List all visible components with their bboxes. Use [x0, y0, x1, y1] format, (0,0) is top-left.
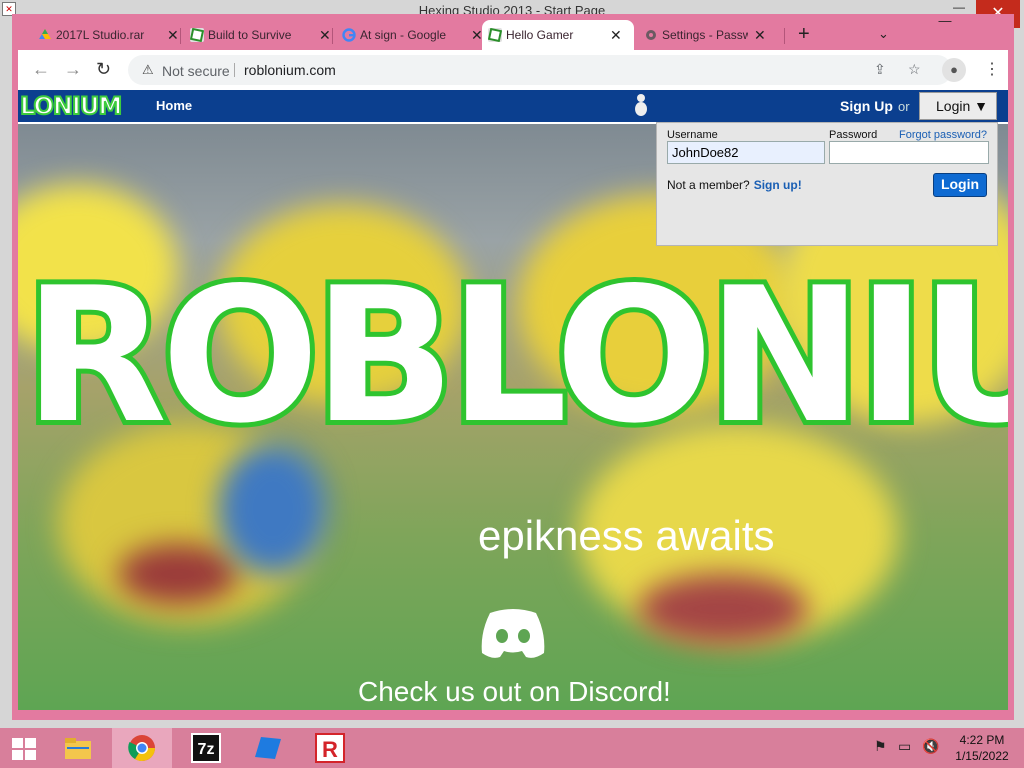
- blue-app-taskbar-button[interactable]: [238, 728, 298, 768]
- profile-icon[interactable]: ●: [942, 58, 966, 82]
- warning-icon[interactable]: ⚠: [142, 62, 154, 78]
- windows-start-icon[interactable]: [12, 738, 36, 760]
- tagline: epikness awaits: [478, 512, 775, 559]
- password-input[interactable]: [829, 141, 989, 164]
- new-tab-button[interactable]: +: [798, 24, 810, 44]
- volume-muted-icon[interactable]: 🔇: [922, 738, 939, 755]
- tab-title: Settings - Passwords: [662, 28, 748, 42]
- gear-icon: [644, 28, 658, 42]
- site-logo[interactable]: LONIUM: [19, 91, 123, 121]
- tab-at-sign-google[interactable]: At sign - Google ✕: [336, 20, 491, 50]
- 7zip-icon: 7z: [191, 733, 221, 763]
- or-text: or: [898, 99, 910, 114]
- tab-settings-passwords[interactable]: Settings - Passwords ✕: [638, 20, 774, 50]
- browser-toolbar: ← → ↻ ⚠ Not secure roblonium.com ⇪ ☆ ● ⋮: [18, 50, 1008, 90]
- roblonium-studio-taskbar-button[interactable]: R: [300, 728, 360, 768]
- tab-separator: [332, 28, 333, 44]
- security-flag-icon[interactable]: ⚑: [874, 738, 887, 755]
- blue-app-icon: [255, 737, 281, 759]
- browser-window: 2017L Studio.rar ✕ Build to Survive ✕ At…: [12, 14, 1014, 720]
- discord-cta[interactable]: Check us out on Discord!: [358, 676, 671, 708]
- chrome-taskbar-button[interactable]: [112, 728, 172, 768]
- 7zip-taskbar-button[interactable]: 7z: [176, 728, 236, 768]
- site-header: LONIUM Home Sign Up or Login ▼: [18, 90, 1008, 124]
- tab-close-button[interactable]: ✕: [471, 27, 483, 44]
- username-label: Username: [667, 129, 718, 141]
- bg-blob: [118, 544, 238, 604]
- bookmark-star-icon[interactable]: ☆: [908, 61, 921, 78]
- login-button[interactable]: Login: [933, 173, 987, 197]
- browser-menu-icon[interactable]: ⋮: [984, 59, 1000, 79]
- nav-home-link[interactable]: Home: [156, 98, 192, 113]
- clock-time: 4:22 PM: [959, 733, 1005, 747]
- tab-title: At sign - Google: [360, 28, 447, 42]
- taskbar: 7z R ⚑ ▭ 🔇 4:22 PM 1/15/2022: [0, 728, 1024, 768]
- bg-blob: [638, 574, 808, 644]
- not-secure-label[interactable]: Not secure: [162, 63, 230, 79]
- share-icon[interactable]: ⇪: [874, 61, 886, 78]
- tab-separator: [784, 28, 785, 44]
- tab-close-button[interactable]: ✕: [319, 27, 331, 44]
- url-separator: [234, 63, 235, 77]
- roblox-studio-icon: R: [315, 733, 345, 763]
- username-input[interactable]: [667, 141, 825, 164]
- tab-close-button[interactable]: ✕: [610, 27, 622, 44]
- tab-strip: 2017L Studio.rar ✕ Build to Survive ✕ At…: [12, 14, 1014, 50]
- discord-icon[interactable]: [478, 605, 548, 660]
- not-member-label: Not a member?: [667, 178, 750, 192]
- snowman-icon: [634, 92, 648, 120]
- folder-icon: [65, 738, 91, 759]
- file-explorer-taskbar-button[interactable]: [48, 728, 108, 768]
- tab-title: Build to Survive: [208, 28, 292, 42]
- chrome-icon: [128, 735, 156, 762]
- password-label: Password: [829, 129, 878, 141]
- forgot-password-link[interactable]: Forgot password?: [899, 129, 987, 141]
- signup-link[interactable]: Sign Up: [840, 98, 893, 114]
- not-member-text: Not a member? Sign up!: [667, 178, 802, 192]
- hero-logo-text: ROBLONIU: [24, 250, 1008, 460]
- tab-hello-gamer[interactable]: Hello Gamer ✕: [482, 20, 634, 50]
- back-button[interactable]: ←: [32, 60, 50, 78]
- roblonium-icon: [487, 27, 503, 43]
- tab-close-button[interactable]: ✕: [754, 27, 766, 44]
- bg-blob: [218, 444, 328, 574]
- tab-build-to-survive[interactable]: Build to Survive ✕: [184, 20, 339, 50]
- tab-separator: [180, 28, 181, 44]
- clock-date: 1/15/2022: [955, 749, 1009, 763]
- address-bar[interactable]: ⚠ Not secure roblonium.com ⇪ ☆: [128, 55, 952, 85]
- system-clock[interactable]: 4:22 PM 1/15/2022: [950, 732, 1014, 764]
- login-panel: Username Password Forgot password? Not a…: [656, 122, 998, 246]
- network-icon[interactable]: ▭: [898, 738, 911, 755]
- tab-close-button[interactable]: ✕: [167, 27, 179, 44]
- minimize-button[interactable]: —: [930, 14, 960, 32]
- tab-title: Hello Gamer: [506, 28, 574, 42]
- reload-button[interactable]: ↻: [96, 60, 111, 78]
- google-icon: [342, 28, 356, 42]
- signup-link-panel[interactable]: Sign up!: [754, 178, 802, 192]
- tab-title: 2017L Studio.rar: [56, 28, 145, 42]
- url-text[interactable]: roblonium.com: [244, 62, 336, 78]
- login-dropdown-toggle[interactable]: Login ▼: [919, 92, 997, 120]
- hero-logo: ROBLONIU: [24, 250, 1008, 460]
- tab-search-button[interactable]: ⌄: [878, 26, 889, 42]
- tab-2017l-studio[interactable]: 2017L Studio.rar ✕: [32, 20, 187, 50]
- roblonium-icon: [189, 27, 205, 43]
- forward-button[interactable]: →: [64, 60, 82, 78]
- google-drive-icon: [38, 28, 52, 42]
- page-viewport: LONIUM Home Sign Up or Login ▼ Username …: [18, 90, 1008, 710]
